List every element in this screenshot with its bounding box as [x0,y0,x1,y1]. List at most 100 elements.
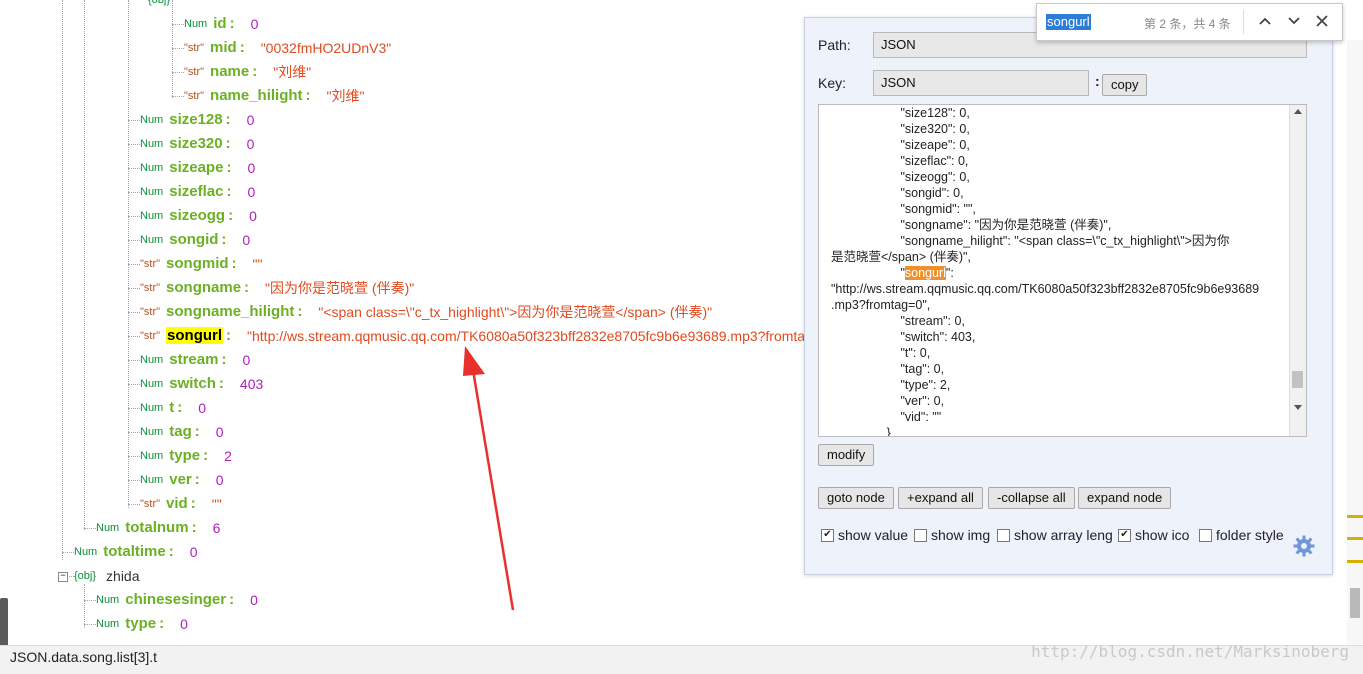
scroll-thumb[interactable] [1292,371,1303,388]
tree-node-value[interactable]: "" [212,496,222,512]
find-previous-icon[interactable] [1259,16,1271,26]
tree-node-name[interactable]: "str" name: "刘维" [184,60,311,84]
tree-node-value[interactable]: "0032fmHO2UDnV3" [261,40,392,56]
checkbox-show-array-leng[interactable]: show array leng [997,527,1113,543]
tree-node-key[interactable]: size320 [169,135,222,152]
tree-node-key[interactable]: size128 [169,111,222,128]
tree-node-songname[interactable]: "str" songname: "因为你是范晓萱 (伴奏)" [140,276,414,300]
tree-node-totaltime[interactable]: Num totaltime:0 [74,540,198,564]
tree-node-zhida[interactable]: {obj} zhida [74,564,140,588]
json-text-area[interactable]: "size128": 0, "size320": 0, "sizeape": 0… [818,104,1307,437]
collapse-toggle-icon[interactable]: − [58,572,68,582]
tree-node-value[interactable]: "刘维" [327,88,365,104]
modify-button[interactable]: modify [818,444,875,466]
key-field[interactable]: JSON [873,70,1089,96]
tree-node-totalnum[interactable]: Num totalnum:6 [96,516,220,540]
tree-node-key[interactable]: songid [169,231,218,248]
tree-node-type[interactable]: Num type:0 [96,612,188,636]
tree-node-songid[interactable]: Num songid:0 [140,228,250,252]
tree-node-key[interactable]: vid [166,495,188,512]
tree-node-vid[interactable]: "str" vid: "" [140,492,222,516]
tree-node-sizeflac[interactable]: Num sizeflac:0 [140,180,255,204]
json-scrollbar[interactable] [1289,105,1306,436]
tree-node-key[interactable]: stream [169,351,218,368]
find-next-icon[interactable] [1288,16,1300,26]
tree-node-value[interactable]: 0 [247,184,255,200]
tree-node-ver[interactable]: Num ver:0 [140,468,224,492]
tree-node-sizeogg[interactable]: Num sizeogg:0 [140,204,257,228]
tree-node-key[interactable]: totalnum [125,519,188,536]
tree-node-value[interactable]: "" [253,256,263,272]
find-input[interactable]: songurl [1046,14,1091,30]
tree-node-key[interactable]: name_hilight [210,87,303,104]
settings-gear-icon[interactable] [1293,535,1315,557]
page-scrollbar[interactable] [1347,40,1363,645]
tree-node-value[interactable]: 0 [247,112,255,128]
tree-node-key[interactable]: tag [169,423,192,440]
tree-node-value[interactable]: 0 [247,136,255,152]
collapse-all-button[interactable]: -collapse all [988,487,1075,509]
tree-node-key[interactable]: ver [169,471,192,488]
tree-node-value[interactable]: 0 [198,400,206,416]
tree-node-key[interactable]: songurl [166,327,224,344]
tree-node-key[interactable]: type [125,615,156,632]
tree-node-value[interactable]: "<span class=\"c_tx_highlight\">因为你是范晓萱<… [318,304,712,320]
tree-node-key[interactable]: songmid [166,255,229,272]
tree-node-key[interactable]: id [213,15,226,32]
checkbox-checked-icon[interactable]: ✔ [821,528,834,542]
tree-node-key[interactable]: songname_hilight [166,303,294,320]
tree-node-id[interactable]: Num id:0 [184,12,258,36]
tree-node-key[interactable]: mid [210,39,237,56]
tree-node-value[interactable]: 0 [242,232,250,248]
tree-node-key[interactable]: totaltime [103,543,166,560]
tree-node-mid[interactable]: "str" mid: "0032fmHO2UDnV3" [184,36,391,60]
tree-node-songname_hilight[interactable]: "str" songname_hilight: "<span class=\"c_t… [140,300,712,324]
tree-node-value[interactable]: 0 [216,472,224,488]
tree-node-key[interactable]: t [169,399,174,416]
checkbox-show-value[interactable]: ✔ show value [821,527,908,543]
tree-node-type[interactable]: Num type:2 [140,444,232,468]
tree-node-value[interactable]: "刘维" [273,64,311,80]
tree-node-value[interactable]: 0 [216,424,224,440]
tree-node-stream[interactable]: Num stream:0 [140,348,250,372]
checkbox-unchecked-icon[interactable] [914,528,927,542]
page-scroll-thumb[interactable] [1350,588,1360,618]
scroll-up-icon[interactable] [1294,109,1302,114]
tree-node-value[interactable]: 0 [247,160,255,176]
tree-node-key[interactable]: sizeflac [169,183,223,200]
tree-node-key[interactable]: name [210,63,249,80]
tree-node-value[interactable]: 6 [213,520,221,536]
tree-node-value[interactable]: 403 [240,376,263,392]
tree-node-value[interactable]: 0 [242,352,250,368]
copy-button[interactable]: copy [1102,74,1148,96]
tree-node-value[interactable]: 0 [180,616,188,632]
tree-node-tag[interactable]: Num tag:0 [140,420,224,444]
expand-node-button[interactable]: expand node [1078,487,1172,509]
scroll-down-icon[interactable] [1294,405,1302,410]
checkbox-folder-style[interactable]: folder style [1199,527,1284,543]
tree-node-name_hilight[interactable]: "str" name_hilight: "刘维" [184,84,365,108]
tree-node-value[interactable]: 2 [224,448,232,464]
checkbox-show-img[interactable]: show img [914,527,990,543]
tree-node-t[interactable]: Num t:0 [140,396,206,420]
tree-node-chinesesinger[interactable]: Num chinesesinger:0 [96,588,258,612]
tree-node-key[interactable]: sizeape [169,159,223,176]
tree-node-value[interactable]: 0 [251,16,259,32]
tree-node-songmid[interactable]: "str" songmid: "" [140,252,262,276]
tree-node-value[interactable]: "http://ws.stream.qqmusic.qq.com/TK6080a… [247,328,834,344]
tree-node-value[interactable]: 0 [190,544,198,560]
goto-node-button[interactable]: goto node [818,487,894,509]
checkbox-unchecked-icon[interactable] [1199,528,1212,542]
tree-node-key[interactable]: sizeogg [169,207,225,224]
tree-node-key[interactable]: zhida [106,568,139,584]
checkbox-show-ico[interactable]: ✔ show ico [1118,527,1189,543]
tree-node-key[interactable]: switch [169,375,216,392]
tree-node-sizeape[interactable]: Num sizeape:0 [140,156,255,180]
tree-node-key[interactable]: chinesesinger [125,591,226,608]
tree-node-value[interactable]: "因为你是范晓萱 (伴奏)" [265,280,414,296]
tree-node-size128[interactable]: Num size128:0 [140,108,254,132]
tree-node-value[interactable]: 0 [249,208,257,224]
tree-obj-header[interactable]: {obj} [148,0,170,12]
checkbox-checked-icon[interactable]: ✔ [1118,528,1131,542]
find-close-icon[interactable] [1316,15,1328,27]
